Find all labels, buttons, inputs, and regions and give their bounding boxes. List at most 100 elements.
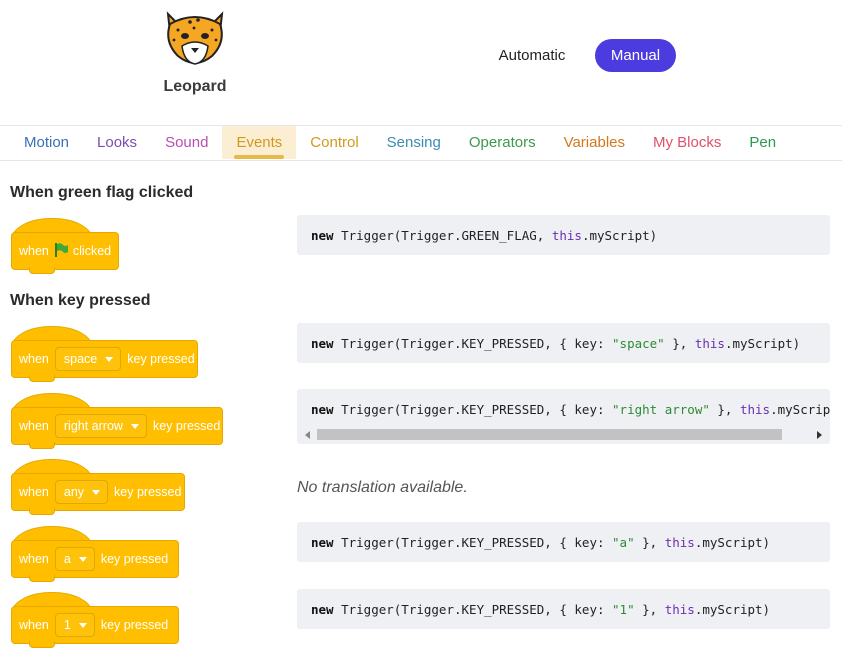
block-notch — [29, 508, 55, 515]
manual-mode-button[interactable]: Manual — [595, 39, 676, 72]
tab-operators[interactable]: Operators — [455, 126, 550, 159]
tab-control[interactable]: Control — [296, 126, 372, 159]
code-text: .myScript) — [694, 535, 771, 550]
key-dropdown[interactable]: space — [54, 347, 122, 371]
tab-sound[interactable]: Sound — [151, 126, 222, 159]
chevron-down-icon — [105, 356, 114, 362]
section-title-key-pressed: When key pressed — [10, 292, 151, 309]
dropdown-value: any — [63, 485, 85, 499]
code-line: new Trigger(Trigger.KEY_PRESSED, { key: … — [311, 535, 770, 550]
code-text: Trigger(Trigger.KEY_PRESSED, { key: — [333, 336, 613, 351]
code-green-flag[interactable]: new Trigger(Trigger.GREEN_FLAG, this.myS… — [297, 215, 830, 255]
code-this: this — [664, 535, 695, 550]
tab-pen[interactable]: Pen — [735, 126, 790, 159]
code-this: this — [664, 602, 695, 617]
horizontal-scrollbar[interactable] — [305, 429, 822, 441]
code-keyword: new — [311, 336, 334, 351]
scroll-left-arrow-icon[interactable] — [305, 431, 310, 439]
block-body: when 1 key pressed — [11, 606, 179, 644]
key-dropdown[interactable]: right arrow — [54, 414, 147, 438]
dropdown-value: a — [63, 552, 71, 566]
block-body: when any key pressed — [11, 473, 185, 511]
code-keyword: new — [311, 535, 334, 550]
code-text: }, — [709, 402, 740, 417]
code-keyword: new — [311, 228, 334, 243]
tab-variables[interactable]: Variables — [550, 126, 639, 159]
block-body: when clicked — [11, 232, 119, 270]
chevron-down-icon — [78, 556, 87, 562]
block-suffix-text: key pressed — [100, 552, 169, 566]
chevron-down-icon — [92, 489, 101, 495]
code-line: new Trigger(Trigger.GREEN_FLAG, this.myS… — [311, 228, 657, 243]
chevron-down-icon — [130, 423, 139, 429]
key-dropdown[interactable]: 1 — [54, 613, 95, 637]
block-body: when a key pressed — [11, 540, 179, 578]
tab-sensing[interactable]: Sensing — [373, 126, 455, 159]
code-line: new Trigger(Trigger.KEY_PRESSED, { key: … — [311, 402, 830, 417]
block-suffix-text: key pressed — [127, 352, 195, 366]
block-when-text: when — [19, 419, 49, 433]
block-suffix-text: key pressed — [114, 485, 182, 499]
chevron-down-icon — [78, 622, 87, 628]
code-text: .myScript) — [770, 402, 830, 417]
no-translation-text: No translation available. — [297, 479, 468, 496]
code-key-right-arrow[interactable]: new Trigger(Trigger.KEY_PRESSED, { key: … — [297, 389, 830, 444]
code-this: this — [739, 402, 771, 417]
block-notch — [29, 641, 55, 648]
code-key-1[interactable]: new Trigger(Trigger.KEY_PRESSED, { key: … — [297, 589, 830, 629]
green-flag-icon — [53, 242, 69, 261]
tab-motion[interactable]: Motion — [10, 126, 83, 159]
code-text: .myScript) — [694, 602, 771, 617]
code-text: Trigger(Trigger.KEY_PRESSED, { key: — [333, 535, 613, 550]
dropdown-value: right arrow — [63, 419, 123, 433]
block-notch — [29, 267, 55, 274]
code-string: "space" — [612, 336, 665, 351]
block-body: when space key pressed — [11, 340, 198, 378]
code-text: .myScript) — [581, 228, 658, 243]
block-when-text: when — [19, 485, 49, 499]
tab-my-blocks[interactable]: My Blocks — [639, 126, 735, 159]
code-key-space[interactable]: new Trigger(Trigger.KEY_PRESSED, { key: … — [297, 323, 830, 363]
section-title-green-flag: When green flag clicked — [10, 184, 194, 201]
dropdown-value: space — [63, 352, 98, 366]
tab-looks[interactable]: Looks — [83, 126, 151, 159]
code-text: }, — [664, 336, 695, 351]
block-suffix-text: key pressed — [152, 419, 221, 433]
code-line: new Trigger(Trigger.KEY_PRESSED, { key: … — [311, 336, 800, 351]
code-text: }, — [634, 535, 665, 550]
dropdown-value: 1 — [63, 618, 71, 632]
key-dropdown[interactable]: any — [54, 480, 109, 504]
code-string: "1" — [612, 602, 635, 617]
code-string: "a" — [612, 535, 635, 550]
code-this: this — [551, 228, 582, 243]
category-tabs: Motion Looks Sound Events Control Sensin… — [10, 126, 790, 159]
leopard-logo[interactable]: Leopard — [152, 8, 238, 100]
code-keyword: new — [311, 402, 334, 417]
header: Leopard Automatic Manual — [0, 0, 842, 125]
leopard-head-icon — [166, 11, 224, 65]
scroll-thumb[interactable] — [317, 429, 782, 440]
code-line: new Trigger(Trigger.KEY_PRESSED, { key: … — [311, 602, 770, 617]
block-when-text: when — [19, 618, 49, 632]
block-when-text: when — [19, 552, 49, 566]
logo-text: Leopard — [163, 78, 227, 95]
block-clicked-text: clicked — [72, 244, 112, 258]
tabs-divider — [0, 160, 842, 161]
code-text: Trigger(Trigger.KEY_PRESSED, { key: — [333, 402, 613, 417]
scroll-right-arrow-icon[interactable] — [817, 431, 822, 439]
code-text: .myScript) — [724, 336, 801, 351]
block-when-text: when — [19, 352, 49, 366]
code-this: this — [694, 336, 725, 351]
code-key-a[interactable]: new Trigger(Trigger.KEY_PRESSED, { key: … — [297, 522, 830, 562]
block-body: when right arrow key pressed — [11, 407, 223, 445]
key-dropdown[interactable]: a — [54, 547, 95, 571]
block-when-text: when — [19, 244, 49, 258]
code-keyword: new — [311, 602, 334, 617]
automatic-mode-button[interactable]: Automatic — [488, 40, 576, 72]
block-notch — [29, 442, 55, 449]
block-notch — [29, 575, 55, 582]
code-string: "right arrow" — [612, 402, 710, 417]
tab-events[interactable]: Events — [222, 126, 297, 159]
code-text: Trigger(Trigger.KEY_PRESSED, { key: — [333, 602, 613, 617]
block-notch — [29, 375, 55, 382]
